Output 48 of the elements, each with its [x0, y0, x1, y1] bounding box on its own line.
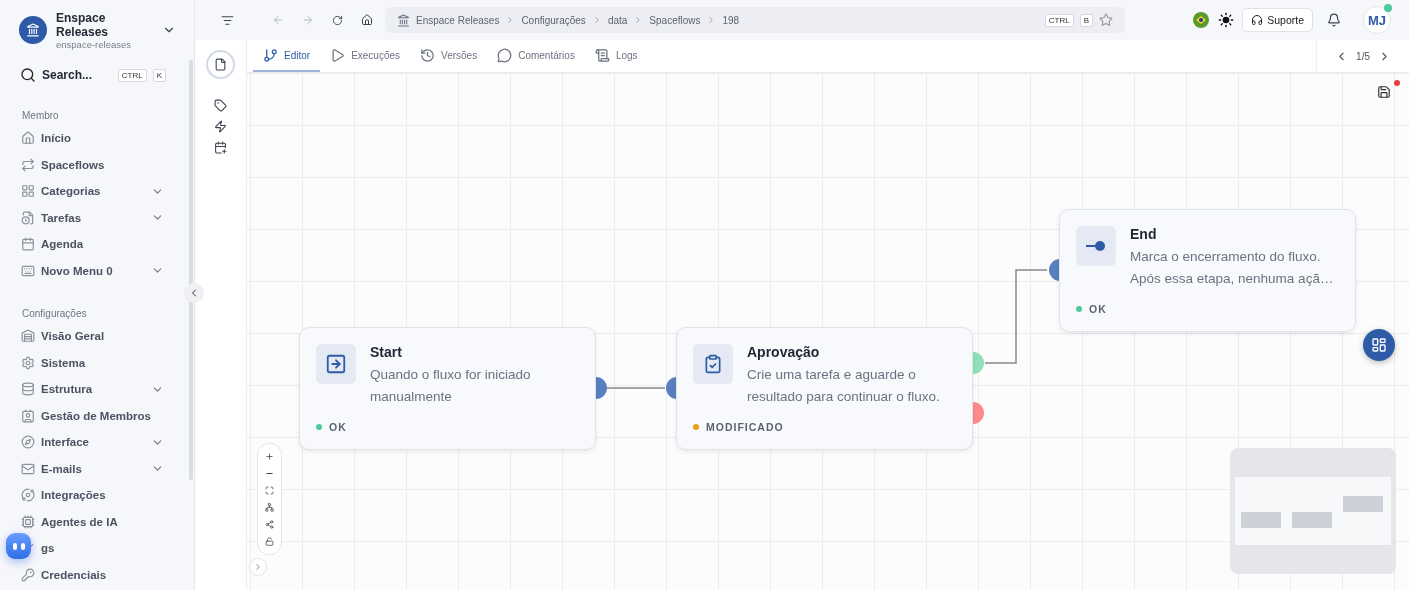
section-title: Configurações: [21, 308, 88, 319]
node-title: Start: [370, 344, 403, 360]
breadcrumb-link[interactable]: Spaceflows: [649, 14, 701, 26]
sidebar-item[interactable]: Agentes de IA: [0, 508, 194, 535]
node-status: MODIFICADO: [706, 421, 784, 433]
sidebar-item[interactable]: Visão Geral: [0, 323, 194, 350]
page-indicator: 1/5: [1356, 50, 1370, 62]
node-status: OK: [329, 421, 347, 433]
sidebar-item[interactable]: Novo Menu 0: [0, 257, 194, 284]
breadcrumb-link[interactable]: Enspace Releases: [416, 14, 500, 26]
sidebar-item[interactable]: Tarefas: [0, 204, 194, 231]
shortcut-key: K: [152, 68, 166, 82]
sidebar-item[interactable]: Credenciais: [0, 561, 194, 588]
shortcut-key: B: [1079, 13, 1093, 27]
node-description: Crie uma tarefa e aguarde o resultado para continuar o fluxo.: [747, 366, 941, 406]
sidebar-item[interactable]: Spaceflows: [0, 151, 194, 178]
sidebar-item[interactable]: Gestão de Membros: [0, 402, 194, 429]
node-status: OK: [1089, 303, 1107, 315]
workspace-name: Enspace Releases: [56, 10, 110, 39]
flow-node[interactable]: Start Quando o fluxo for iniciado manualmente OK: [299, 327, 596, 450]
sidebar-item[interactable]: Estrutura: [0, 376, 194, 403]
tab[interactable]: Logs: [584, 40, 648, 72]
support-button[interactable]: Suporte: [1242, 8, 1313, 32]
sidebar-item[interactable]: Integrações: [0, 482, 194, 509]
breadcrumb-link[interactable]: data: [607, 14, 628, 26]
shortcut-key: CTRL: [1044, 13, 1074, 27]
tab[interactable]: Execuções: [320, 40, 411, 72]
node-title: Aprovação: [747, 344, 821, 360]
user-avatar[interactable]: MJ: [1363, 6, 1391, 34]
breadcrumb-link[interactable]: Configurações: [521, 14, 586, 26]
section-title: Membro: [21, 110, 60, 121]
sidebar-item[interactable]: Início: [0, 125, 194, 152]
sidebar-item[interactable]: Agenda: [0, 231, 194, 258]
breadcrumb-link[interactable]: 198: [722, 14, 740, 26]
shortcut-key: CTRL: [117, 68, 147, 82]
search-field[interactable]: Search...: [42, 68, 112, 82]
node-description: Quando o fluxo for iniciado manualmente: [370, 366, 532, 406]
sidebar-item[interactable]: Interface: [0, 429, 194, 456]
sidebar-item[interactable]: E-mails: [0, 455, 194, 482]
node-description: Marca o encerramento do fluxo. Após essa etapa, nenhuma açã…: [1130, 248, 1335, 288]
sidebar-item[interactable]: Sistema: [0, 349, 194, 376]
flow-node[interactable]: End Marca o encerramento do fluxo. Após essa etapa, nenhuma açã… OK: [1059, 209, 1356, 332]
node-title: End: [1130, 226, 1158, 242]
flow-node[interactable]: Aprovação Crie uma tarefa e aguarde o resultado para continuar o fluxo. MODIFICADO: [676, 327, 973, 450]
sidebar-item[interactable]: Categorias: [0, 178, 194, 205]
workspace-slug: enspace-releases: [56, 38, 132, 50]
tab[interactable]: Versões: [410, 40, 488, 72]
tab[interactable]: Comentários: [487, 40, 585, 72]
